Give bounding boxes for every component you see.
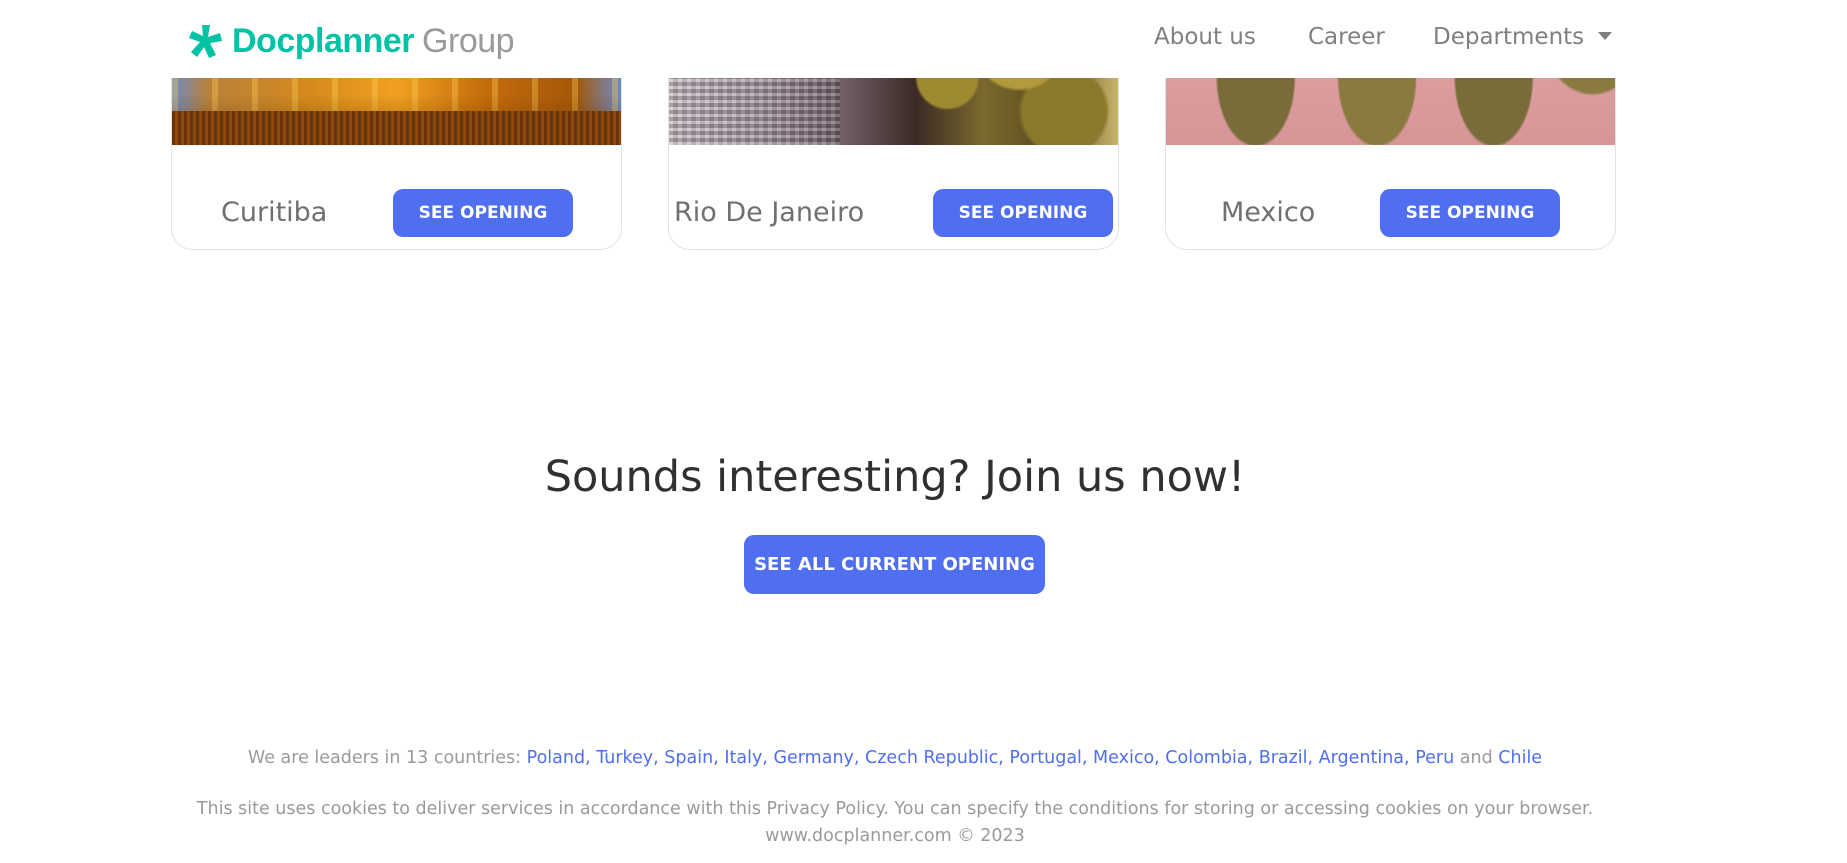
nav-career[interactable]: Career (1308, 24, 1385, 50)
site-header: Docplanner Group About us Career Departme… (0, 0, 1847, 78)
country-link[interactable]: Poland, (527, 748, 591, 768)
country-link[interactable]: Portugal, (1009, 748, 1087, 768)
see-opening-button-curitiba[interactable]: SEE OPENING (393, 189, 573, 237)
caret-down-icon (1598, 32, 1613, 40)
country-links: Poland, Turkey, Spain, Italy, Germany, C… (527, 748, 1455, 768)
nav-about-us[interactable]: About us (1154, 24, 1256, 50)
country-link[interactable]: Argentina, (1319, 748, 1410, 768)
nav-departments-dropdown[interactable]: Departments (1433, 24, 1613, 50)
logo-group-text: Group (422, 21, 515, 60)
country-link[interactable]: Czech Republic, (865, 748, 1004, 768)
cta-heading: Sounds interesting? Join us now! (544, 452, 1246, 502)
see-opening-button-mexico[interactable]: SEE OPENING (1380, 189, 1560, 237)
cookie-notice: This site uses cookies to deliver servic… (196, 799, 1594, 819)
country-link-chile[interactable]: Chile (1498, 748, 1542, 768)
logo-brand-text: Docplanner (232, 21, 415, 60)
country-link[interactable]: Mexico, (1093, 748, 1160, 768)
card-city-name: Mexico (1221, 197, 1316, 228)
countries-line: We are leaders in 13 countries: Poland, … (0, 748, 1790, 768)
country-link[interactable]: Italy, (724, 748, 768, 768)
docplanner-star-icon (189, 25, 222, 58)
see-opening-button-rio-de-janeiro[interactable]: SEE OPENING (933, 189, 1113, 237)
country-link[interactable]: Spain, (664, 748, 718, 768)
copyright: www.docplanner.com © 2023 (765, 826, 1025, 846)
countries-intro: We are leaders in 13 countries: (247, 748, 522, 768)
nav-departments-label: Departments (1433, 24, 1585, 50)
card-city-name: Rio De Janeiro (674, 197, 865, 228)
see-all-openings-button[interactable]: SEE ALL CURRENT OPENING (744, 535, 1045, 594)
docplanner-logo[interactable]: Docplanner Group (188, 20, 515, 62)
country-link[interactable]: Germany, (773, 748, 859, 768)
country-link[interactable]: Peru (1415, 748, 1454, 768)
card-city-name: Curitiba (221, 197, 328, 228)
countries-and: and (1459, 748, 1493, 768)
country-link[interactable]: Brazil, (1259, 748, 1313, 768)
country-link[interactable]: Turkey, (596, 748, 659, 768)
country-link[interactable]: Colombia, (1165, 748, 1253, 768)
